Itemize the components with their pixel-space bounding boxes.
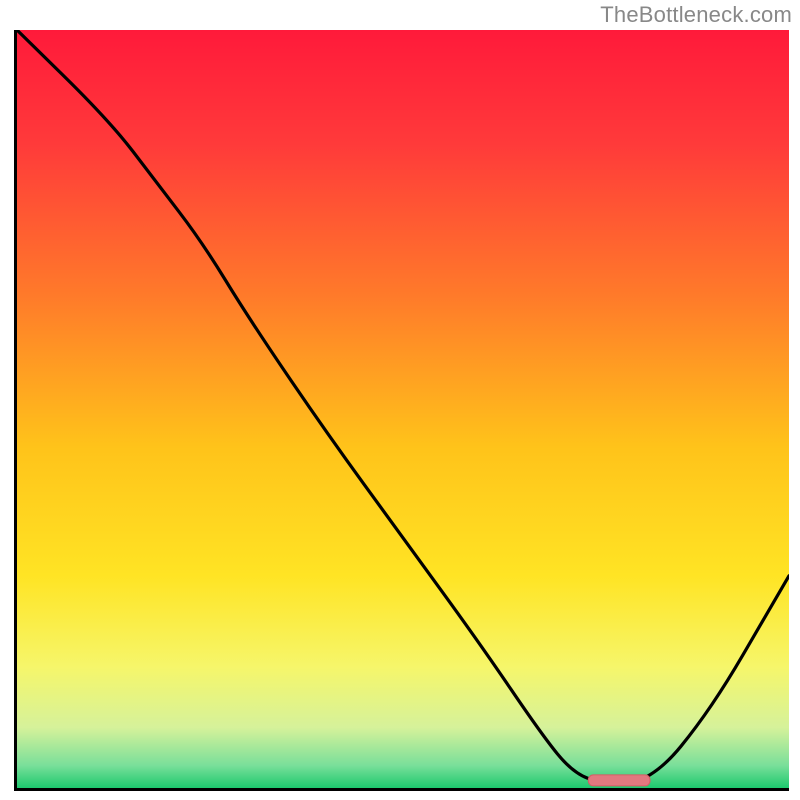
optimal-marker bbox=[17, 30, 789, 788]
watermark-text: TheBottleneck.com bbox=[600, 2, 792, 28]
chart-container: TheBottleneck.com bbox=[0, 0, 800, 800]
plot-area bbox=[14, 30, 789, 791]
